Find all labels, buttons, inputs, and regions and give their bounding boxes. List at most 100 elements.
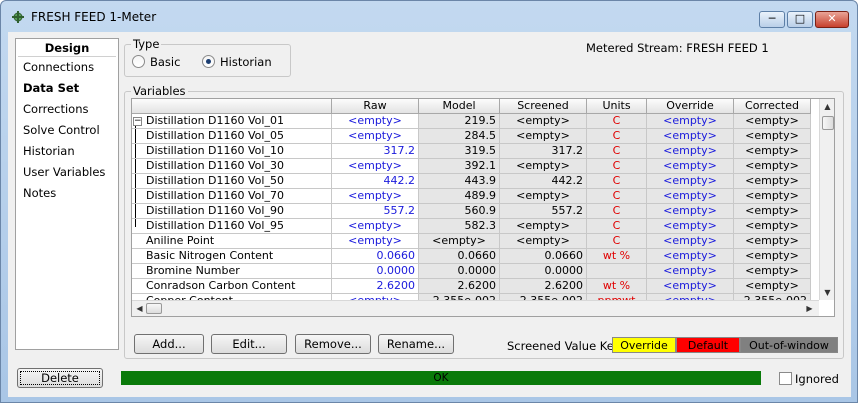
cell-model[interactable]: 392.1 bbox=[419, 159, 500, 174]
table-row[interactable]: Distillation D1160 Vol_50 442.2 443.9 442.2… bbox=[132, 174, 818, 189]
cell-model[interactable]: 582.3 bbox=[419, 219, 500, 234]
cell-override[interactable]: <empty> bbox=[647, 264, 734, 279]
table-row[interactable]: Conradson Carbon Content 2.6200 2.6200 2.62… bbox=[132, 279, 818, 294]
title-bar[interactable]: FRESH FEED 1-Meter ─ □ ✕ bbox=[1, 1, 857, 31]
cell-units[interactable] bbox=[587, 264, 647, 279]
cell-screened[interactable]: <empty> bbox=[500, 234, 587, 249]
cell-name[interactable]: Distillation D1160 Vol_70 bbox=[132, 189, 332, 204]
cell-units[interactable]: C bbox=[587, 204, 647, 219]
cell-corrected[interactable]: <empty> bbox=[734, 234, 811, 249]
cell-override[interactable]: <empty> bbox=[647, 189, 734, 204]
horizontal-scroll-thumb[interactable] bbox=[146, 303, 162, 314]
vertical-scrollbar[interactable]: ▲ ▼ bbox=[819, 99, 834, 300]
vertical-scroll-thumb[interactable] bbox=[822, 116, 834, 130]
cell-units[interactable]: wt % bbox=[587, 249, 647, 264]
cell-name[interactable]: Distillation D1160 Vol_05 bbox=[132, 129, 332, 144]
horizontal-scrollbar[interactable]: ◀ ▶ bbox=[132, 300, 819, 316]
scroll-right-arrow-icon[interactable]: ▶ bbox=[804, 303, 815, 314]
cell-units[interactable]: C bbox=[587, 114, 647, 129]
sidebar-item-historian[interactable]: Historian bbox=[16, 141, 118, 162]
variables-grid[interactable]: Raw Model Screened Units Override Corrected −… bbox=[131, 98, 835, 317]
cell-corrected[interactable]: <empty> bbox=[734, 114, 811, 129]
cell-name[interactable]: Distillation D1160 Vol_90 bbox=[132, 204, 332, 219]
ignored-checkbox[interactable] bbox=[779, 372, 792, 385]
cell-raw[interactable]: <empty> bbox=[332, 114, 419, 129]
cell-corrected[interactable]: <empty> bbox=[734, 204, 811, 219]
cell-corrected[interactable]: <empty> bbox=[734, 159, 811, 174]
cell-screened[interactable]: <empty> bbox=[500, 189, 587, 204]
cell-screened[interactable]: 442.2 bbox=[500, 174, 587, 189]
cell-raw[interactable]: <empty> bbox=[332, 219, 419, 234]
cell-override[interactable]: <empty> bbox=[647, 174, 734, 189]
scroll-left-arrow-icon[interactable]: ◀ bbox=[134, 303, 145, 314]
cell-screened[interactable]: 0.0000 bbox=[500, 264, 587, 279]
rename-button[interactable]: Rename... bbox=[378, 334, 454, 354]
column-header-name[interactable] bbox=[132, 99, 332, 114]
cell-override[interactable]: <empty> bbox=[647, 129, 734, 144]
cell-name[interactable]: Basic Nitrogen Content bbox=[132, 249, 332, 264]
cell-override[interactable]: <empty> bbox=[647, 114, 734, 129]
cell-screened[interactable]: 2.6200 bbox=[500, 279, 587, 294]
cell-model[interactable]: <empty> bbox=[419, 234, 500, 249]
table-row[interactable]: Bromine Number 0.0000 0.0000 0.0000 <empty> <… bbox=[132, 264, 818, 279]
cell-raw[interactable]: 442.2 bbox=[332, 174, 419, 189]
cell-raw[interactable]: <empty> bbox=[332, 189, 419, 204]
cell-model[interactable]: 443.9 bbox=[419, 174, 500, 189]
cell-override[interactable]: <empty> bbox=[647, 144, 734, 159]
basic-radio[interactable]: Basic bbox=[132, 55, 192, 69]
cell-model[interactable]: 0.0000 bbox=[419, 264, 500, 279]
cell-name[interactable]: Distillation D1160 Vol_95 bbox=[132, 219, 332, 234]
cell-model[interactable]: 560.9 bbox=[419, 204, 500, 219]
table-row[interactable]: Distillation D1160 Vol_70 <empty> 489.9 <em… bbox=[132, 189, 818, 204]
cell-raw[interactable]: 317.2 bbox=[332, 144, 419, 159]
minimize-button[interactable]: ─ bbox=[759, 11, 785, 28]
table-row[interactable]: Basic Nitrogen Content 0.0660 0.0660 0.0660… bbox=[132, 249, 818, 264]
cell-name[interactable]: − Distillation D1160 Vol_01 bbox=[132, 114, 332, 129]
cell-model[interactable]: 489.9 bbox=[419, 189, 500, 204]
cell-override[interactable]: <empty> bbox=[647, 159, 734, 174]
column-header-override[interactable]: Override bbox=[647, 99, 734, 114]
cell-raw[interactable]: 0.0660 bbox=[332, 249, 419, 264]
cell-override[interactable]: <empty> bbox=[647, 249, 734, 264]
cell-model[interactable]: 319.5 bbox=[419, 144, 500, 159]
cell-corrected[interactable]: <empty> bbox=[734, 249, 811, 264]
cell-units[interactable]: C bbox=[587, 144, 647, 159]
edit-button[interactable]: Edit... bbox=[211, 334, 287, 354]
cell-units[interactable]: C bbox=[587, 159, 647, 174]
historian-radio[interactable]: Historian bbox=[202, 55, 282, 69]
cell-name[interactable]: Distillation D1160 Vol_30 bbox=[132, 159, 332, 174]
cell-name[interactable]: Conradson Carbon Content bbox=[132, 279, 332, 294]
cell-corrected[interactable]: <empty> bbox=[734, 129, 811, 144]
cell-model[interactable]: 284.5 bbox=[419, 129, 500, 144]
table-row[interactable]: Distillation D1160 Vol_95 <empty> 582.3 <em… bbox=[132, 219, 818, 234]
table-row[interactable]: Distillation D1160 Vol_30 <empty> 392.1 <em… bbox=[132, 159, 818, 174]
cell-name[interactable]: Bromine Number bbox=[132, 264, 332, 279]
cell-screened[interactable]: 0.0660 bbox=[500, 249, 587, 264]
cell-corrected[interactable]: <empty> bbox=[734, 174, 811, 189]
cell-units[interactable]: C bbox=[587, 189, 647, 204]
column-header-screened[interactable]: Screened bbox=[500, 99, 587, 114]
sidebar-item-solve-control[interactable]: Solve Control bbox=[16, 120, 118, 141]
cell-screened[interactable]: 317.2 bbox=[500, 144, 587, 159]
delete-button[interactable]: Delete bbox=[17, 368, 103, 388]
cell-screened[interactable]: <empty> bbox=[500, 159, 587, 174]
basic-radio-dot[interactable] bbox=[132, 55, 145, 68]
cell-model[interactable]: 2.6200 bbox=[419, 279, 500, 294]
historian-radio-dot[interactable] bbox=[202, 55, 215, 68]
sidebar-item-connections[interactable]: Connections bbox=[16, 57, 118, 78]
cell-units[interactable]: C bbox=[587, 174, 647, 189]
table-row[interactable]: − Distillation D1160 Vol_01 <empty> 219.5 <e… bbox=[132, 114, 818, 129]
column-header-units[interactable]: Units bbox=[587, 99, 647, 114]
scroll-up-arrow-icon[interactable]: ▲ bbox=[822, 101, 833, 112]
column-header-raw[interactable]: Raw bbox=[332, 99, 419, 114]
cell-corrected[interactable]: <empty> bbox=[734, 264, 811, 279]
cell-raw[interactable]: 2.6200 bbox=[332, 279, 419, 294]
cell-raw[interactable]: 557.2 bbox=[332, 204, 419, 219]
column-header-corrected[interactable]: Corrected bbox=[734, 99, 811, 114]
sidebar-item-data-set[interactable]: Data Set bbox=[16, 78, 118, 99]
cell-raw[interactable]: <empty> bbox=[332, 129, 419, 144]
cell-override[interactable]: <empty> bbox=[647, 204, 734, 219]
cell-corrected[interactable]: <empty> bbox=[734, 279, 811, 294]
sidebar-item-notes[interactable]: Notes bbox=[16, 183, 118, 204]
cell-screened[interactable]: <empty> bbox=[500, 114, 587, 129]
